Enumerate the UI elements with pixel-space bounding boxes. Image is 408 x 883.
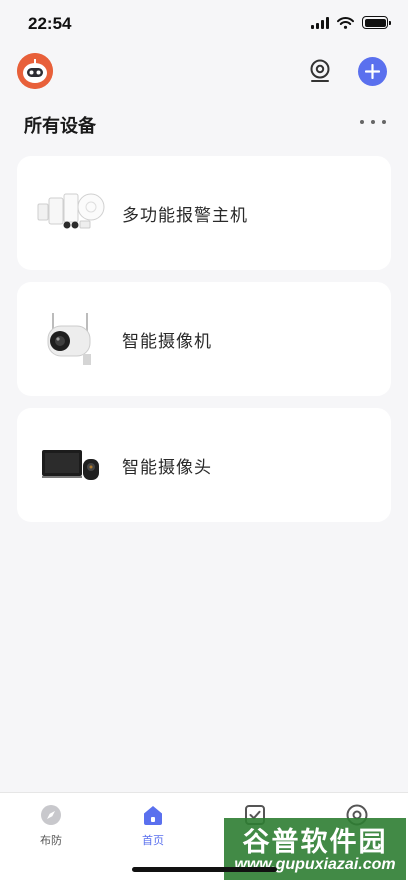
- avatar[interactable]: [17, 53, 53, 89]
- add-device-button[interactable]: [358, 57, 387, 86]
- camera-button[interactable]: [306, 57, 334, 85]
- status-icons: [311, 16, 391, 29]
- wifi-icon: [337, 16, 354, 29]
- status-bar: 22:54: [0, 0, 408, 48]
- tab-label: 布防: [40, 835, 62, 847]
- compass-icon: [39, 803, 63, 827]
- status-time: 22:54: [28, 14, 72, 33]
- plus-icon: [365, 64, 380, 79]
- dot: [360, 120, 364, 124]
- dot: [382, 120, 386, 124]
- watermark-title: 谷普软件园: [242, 827, 388, 857]
- alarm-host-kit-icon: [35, 183, 107, 243]
- home-icon: [141, 803, 165, 827]
- more-options-button[interactable]: [360, 114, 386, 130]
- device-card-smart-webcam[interactable]: 智能摄像头: [17, 408, 391, 522]
- home-indicator[interactable]: [132, 867, 277, 872]
- robot-avatar-icon: [17, 53, 53, 89]
- device-card-smart-camera[interactable]: 智能摄像机: [17, 282, 391, 396]
- device-name: 智能摄像机: [122, 331, 212, 351]
- section-title: 所有设备: [24, 116, 96, 136]
- device-name: 多功能报警主机: [122, 205, 248, 225]
- tab-arm[interactable]: 布防: [0, 793, 102, 883]
- cellular-signal-icon: [311, 16, 329, 29]
- outdoor-camera-icon: [35, 309, 107, 369]
- webcam-icon: [310, 59, 330, 82]
- dot: [371, 120, 375, 124]
- device-name: 智能摄像头: [122, 457, 212, 477]
- device-list: 多功能报警主机 智能摄像机 智能摄像头: [17, 156, 391, 534]
- tab-label: 首页: [142, 835, 164, 847]
- video-doorbell-camera-icon: [35, 435, 107, 495]
- battery-icon: [362, 16, 391, 29]
- device-card-alarm-host[interactable]: 多功能报警主机: [17, 156, 391, 270]
